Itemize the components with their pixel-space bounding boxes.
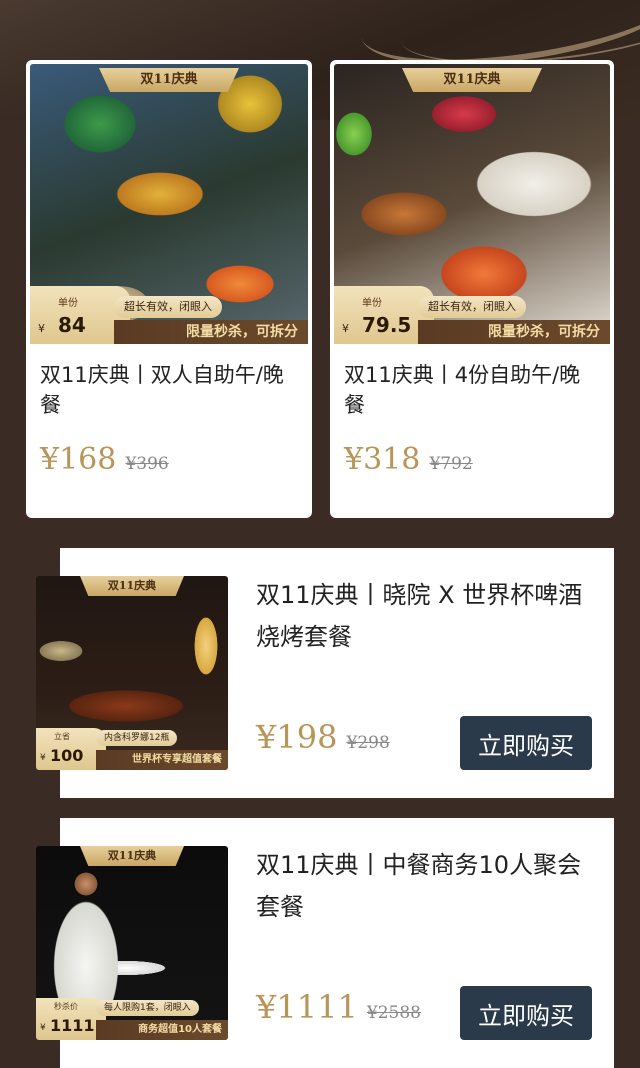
unit-price-label: 单份 bbox=[58, 298, 78, 309]
offer-pill: 每人限购1套，闭眼入 bbox=[96, 1000, 199, 1016]
promo-ribbon: 双11庆典 bbox=[80, 846, 184, 866]
offer-strip: 世界杯专享超值套餐 bbox=[96, 750, 228, 770]
price-row: ¥168 ¥396 bbox=[40, 442, 169, 482]
unit-price-value: 84 bbox=[58, 313, 86, 337]
currency-symbol: ¥ bbox=[38, 322, 45, 335]
unit-price-label: 秒杀价 bbox=[54, 1002, 78, 1011]
product-title[interactable]: 双11庆典丨4份自助午/晚餐 bbox=[344, 360, 596, 420]
product-card[interactable]: 双11庆典 单份 ¥ 79.5 超长有效，闭眼入 限量秒杀，可拆分 双11庆典丨… bbox=[330, 60, 614, 518]
price-row: ¥1111 ¥2588 bbox=[256, 988, 421, 1028]
validity-pill: 超长有效，闭眼入 bbox=[114, 296, 222, 318]
product-title[interactable]: 双11庆典丨中餐商务10人聚会套餐 bbox=[256, 844, 594, 928]
promo-ribbon: 双11庆典 bbox=[99, 68, 239, 92]
promo-ribbon: 双11庆典 bbox=[402, 68, 542, 92]
currency-symbol: ¥ bbox=[40, 753, 46, 763]
current-price: ¥1111 bbox=[256, 988, 358, 1026]
price-overlay-bar: 立省 ¥ 100 内含科罗娜12瓶 世界杯专享超值套餐 bbox=[36, 728, 228, 770]
unit-price-value: 79.5 bbox=[362, 313, 412, 337]
buy-now-button[interactable]: 立即购买 bbox=[460, 716, 592, 770]
product-list-item[interactable]: 双11庆典 秒杀价 ¥ 1111 每人限购1套，闭眼入 商务超值10人套餐 双1… bbox=[36, 818, 614, 1068]
offer-strip: 商务超值10人套餐 bbox=[96, 1020, 228, 1040]
price-row: ¥318 ¥792 bbox=[344, 442, 473, 482]
current-price: ¥318 bbox=[344, 442, 421, 477]
unit-price-value: 1111 bbox=[50, 1016, 95, 1035]
original-price: ¥298 bbox=[346, 733, 390, 753]
original-price: ¥2588 bbox=[366, 1003, 421, 1023]
unit-price-label: 单份 bbox=[362, 298, 382, 309]
current-price: ¥168 bbox=[40, 442, 117, 477]
original-price: ¥396 bbox=[125, 454, 169, 474]
original-price: ¥792 bbox=[429, 454, 473, 474]
unit-price-label: 立省 bbox=[54, 732, 70, 741]
price-overlay-bar: 单份 ¥ 84 超长有效，闭眼入 限量秒杀，可拆分 bbox=[30, 286, 308, 344]
flash-sale-strip: 限量秒杀，可拆分 bbox=[114, 320, 308, 344]
buy-now-button[interactable]: 立即购买 bbox=[460, 986, 592, 1040]
product-title[interactable]: 双11庆典丨双人自助午/晚餐 bbox=[40, 360, 294, 420]
price-overlay-bar: 单份 ¥ 79.5 超长有效，闭眼入 限量秒杀，可拆分 bbox=[334, 286, 610, 344]
price-row: ¥198 ¥298 bbox=[256, 718, 390, 758]
product-title[interactable]: 双11庆典丨晓院 X 世界杯啤酒烧烤套餐 bbox=[256, 574, 594, 658]
product-image-chef-dish[interactable]: 双11庆典 秒杀价 ¥ 1111 每人限购1套，闭眼入 商务超值10人套餐 bbox=[36, 846, 228, 1040]
currency-symbol: ¥ bbox=[40, 1023, 46, 1033]
price-overlay-bar: 秒杀价 ¥ 1111 每人限购1套，闭眼入 商务超值10人套餐 bbox=[36, 998, 228, 1040]
validity-pill: 超长有效，闭眼入 bbox=[418, 296, 526, 318]
flash-sale-strip: 限量秒杀，可拆分 bbox=[418, 320, 610, 344]
product-list-item[interactable]: 双11庆典 立省 ¥ 100 内含科罗娜12瓶 世界杯专享超值套餐 双11庆典丨… bbox=[36, 548, 614, 798]
currency-symbol: ¥ bbox=[342, 322, 349, 335]
unit-price-value: 100 bbox=[50, 746, 84, 765]
current-price: ¥198 bbox=[256, 718, 338, 756]
product-card[interactable]: 双11庆典 单份 ¥ 84 超长有效，闭眼入 限量秒杀，可拆分 双11庆典丨双人… bbox=[26, 60, 312, 518]
offer-pill: 内含科罗娜12瓶 bbox=[96, 730, 178, 746]
promo-ribbon: 双11庆典 bbox=[80, 576, 184, 596]
product-image-bbq-beer[interactable]: 双11庆典 立省 ¥ 100 内含科罗娜12瓶 世界杯专享超值套餐 bbox=[36, 576, 228, 770]
